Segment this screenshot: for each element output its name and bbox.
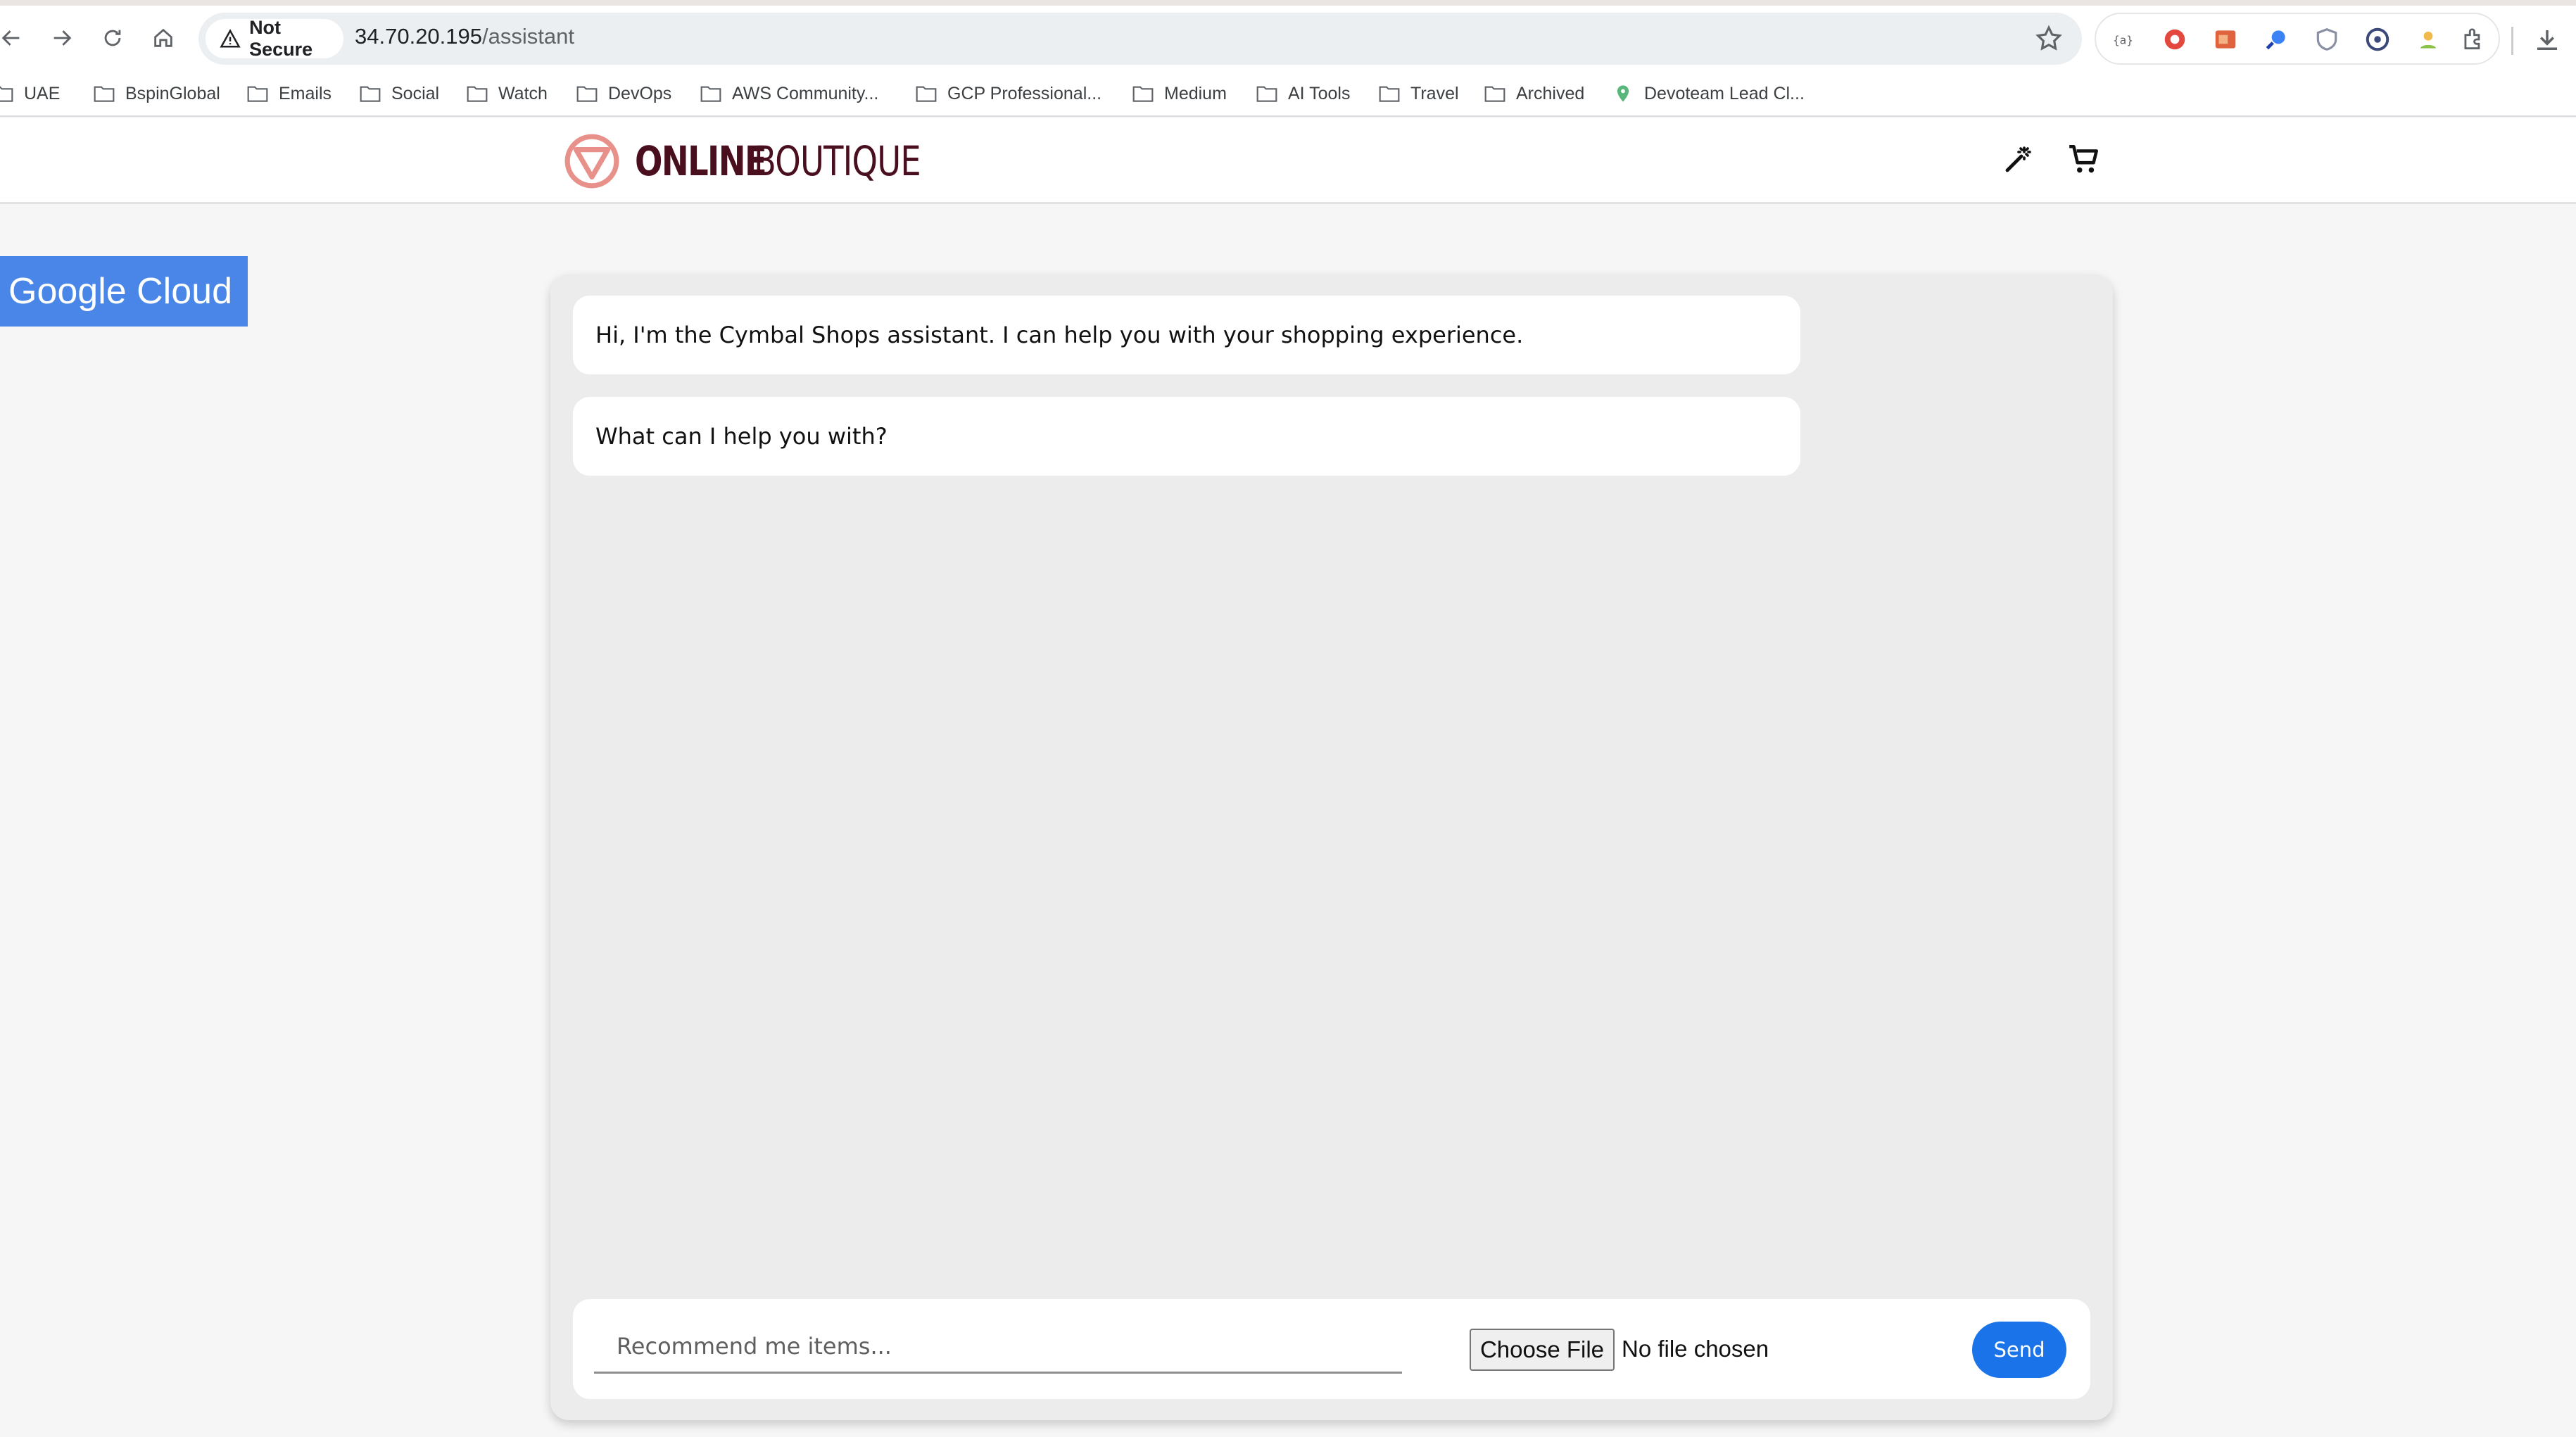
tab-strip [0, 0, 2576, 6]
bookmark-folder[interactable]: AWS Community... [700, 80, 878, 107]
folder-icon [1484, 86, 1505, 102]
bookmark-folder[interactable]: Archived [1484, 80, 1584, 107]
magic-wand-icon[interactable] [2000, 144, 2034, 177]
address-bar[interactable]: Not Secure 34.70.20.195/assistant [198, 13, 2082, 65]
home-icon[interactable] [145, 20, 182, 56]
bookmark-label: GCP Professional... [947, 83, 1102, 103]
bookmark-folder[interactable]: Watch [466, 80, 548, 107]
bookmark-folder[interactable]: DevOps [576, 80, 671, 107]
json-extension-icon[interactable]: {a} [2110, 25, 2138, 53]
bookmark-star-icon[interactable] [2034, 24, 2064, 53]
extensions-bar: {a} [2095, 13, 2500, 65]
cart-icon[interactable] [2066, 142, 2102, 177]
logo-text-boutique: BOUTIQUE [753, 137, 921, 185]
url-path: /assistant [482, 24, 574, 49]
bookmark-label: DevOps [608, 83, 672, 103]
folder-icon [916, 86, 937, 102]
assistant-message: What can I help you with? [573, 397, 1800, 476]
location-pin-icon [1617, 85, 1629, 102]
file-status-text: No file chosen [1622, 1336, 1769, 1362]
bookmark-label: Archived [1516, 83, 1585, 103]
bookmark-folder[interactable]: Emails [246, 80, 332, 107]
folder-icon [700, 86, 721, 102]
folder-icon [247, 86, 268, 102]
shield-extension-icon[interactable] [2313, 25, 2341, 53]
site-logo[interactable]: ONLINE BOUTIQUE [563, 131, 962, 191]
bookmark-folder[interactable]: BspinGlobal [93, 80, 220, 107]
magnifier-extension-icon[interactable] [2262, 25, 2290, 53]
bookmark-folder[interactable]: Travel [1378, 80, 1459, 107]
url-text[interactable]: 34.70.20.195/assistant [355, 24, 574, 49]
message-composer: Choose File No file chosen Send [573, 1299, 2090, 1399]
bookmark-folder[interactable]: AI Tools [1256, 80, 1350, 107]
bookmark-label: Medium [1164, 83, 1227, 103]
bookmark-label: Social [391, 83, 440, 103]
bookmark-folder[interactable]: GCP Professional... [915, 80, 1101, 107]
url-host: 34.70.20.195 [355, 24, 483, 49]
security-label: Not Secure [249, 17, 313, 60]
folder-icon [576, 86, 598, 102]
bookmark-label: AI Tools [1288, 83, 1351, 103]
folder-icon [0, 86, 13, 102]
bookmark-label: BspinGlobal [125, 83, 220, 103]
svg-text:{a}: {a} [2113, 33, 2133, 46]
bookmark-label: UAE [24, 83, 61, 103]
shield-red-extension-icon[interactable] [2161, 25, 2189, 53]
bookmark-label: AWS Community... [732, 83, 879, 103]
folder-icon [467, 86, 488, 102]
folder-icon [94, 86, 115, 102]
password-extension-icon[interactable] [2363, 25, 2392, 53]
folder-icon [1379, 86, 1400, 102]
assistant-chat-panel: Hi, I'm the Cymbal Shops assistant. I ca… [550, 274, 2113, 1420]
bookmark-label: Emails [279, 83, 332, 103]
bookmark-folder[interactable]: UAE [0, 80, 60, 107]
image-extension-icon[interactable] [2211, 25, 2240, 53]
logo-mark-icon [564, 134, 619, 189]
bookmarks-bar: UAE BspinGlobal Emails Social Watch DevO… [0, 70, 2576, 117]
logo-text-online: ONLINE [635, 137, 767, 185]
folder-icon [1256, 86, 1277, 102]
bookmark-folder[interactable]: Social [359, 80, 439, 107]
folder-icon [1132, 86, 1154, 102]
bookmark-label: Devoteam Lead Cl... [1644, 83, 1805, 103]
site-header: ONLINE BOUTIQUE [0, 118, 2576, 204]
download-icon[interactable] [2532, 25, 2562, 55]
avatar-extension-icon[interactable] [2414, 25, 2442, 53]
puzzle-icon[interactable] [2459, 25, 2487, 53]
bookmark-link[interactable]: Devoteam Lead Cl... [1612, 80, 1805, 107]
message-input[interactable] [594, 1320, 1402, 1374]
browser-toolbar: Not Secure 34.70.20.195/assistant {a} [0, 6, 2576, 70]
toolbar-divider [2511, 27, 2513, 55]
google-cloud-badge: Google Cloud [0, 256, 248, 327]
bookmark-folder[interactable]: Medium [1132, 80, 1227, 107]
assistant-message: Hi, I'm the Cymbal Shops assistant. I ca… [573, 296, 1800, 374]
forward-icon[interactable] [44, 20, 80, 56]
folder-icon [360, 86, 381, 102]
bookmark-label: Travel [1410, 83, 1459, 103]
back-icon[interactable] [0, 20, 30, 56]
security-chip[interactable]: Not Secure [206, 17, 343, 60]
bookmark-label: Watch [498, 83, 548, 103]
choose-file-button[interactable]: Choose File [1470, 1329, 1615, 1371]
browser-window: Not Secure 34.70.20.195/assistant {a} UA… [0, 0, 2576, 1437]
send-button[interactable]: Send [1972, 1322, 2066, 1378]
reload-icon[interactable] [94, 20, 131, 56]
warning-icon [220, 29, 241, 48]
